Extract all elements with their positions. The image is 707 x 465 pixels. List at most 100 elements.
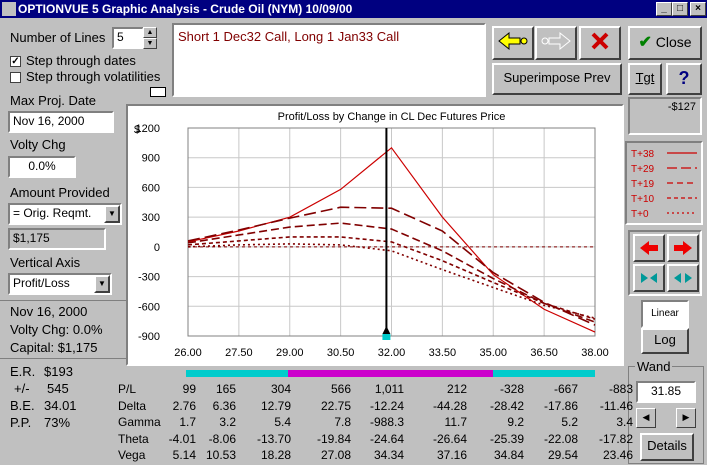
summary-date: Nov 16, 2000 <box>10 304 88 319</box>
table-cell: -13.70 <box>256 431 291 446</box>
help-button[interactable]: ? <box>666 63 702 95</box>
step-dates-checkbox[interactable]: ✓ <box>10 56 21 67</box>
chevron-down-icon[interactable]: ▼ <box>104 205 120 223</box>
x-icon <box>591 32 609 50</box>
table-cell: -8.06 <box>208 431 236 446</box>
spin-up-button[interactable]: ▲ <box>143 27 157 38</box>
table-cell: -24.64 <box>369 431 404 446</box>
title-bar: OPTIONVUE 5 Graphic Analysis - Crude Oil… <box>0 0 707 18</box>
number-of-lines-input[interactable]: 5 <box>112 27 144 49</box>
nav-pad <box>628 230 702 296</box>
er-value: $193 <box>44 364 73 379</box>
position-text: Short 1 Dec32 Call, Long 1 Jan33 Call <box>178 29 400 44</box>
vertical-axis-select[interactable]: Profit/Loss ▼ <box>8 273 112 295</box>
readout-value: -$127 <box>667 101 696 113</box>
position-description[interactable]: Short 1 Dec32 Call, Long 1 Jan33 Call <box>172 23 486 97</box>
greeks-table: P/L 99 165 304 566 1,011 212 -328 -667 -883 Delta 2… <box>118 382 633 464</box>
table-cell: 23.46 <box>602 448 633 462</box>
table-cell: -12.24 <box>369 398 404 413</box>
table-cell: 12.79 <box>260 398 291 413</box>
vertical-axis-value: Profit/Loss <box>13 276 70 290</box>
wand-left-button[interactable]: ◀ <box>636 408 656 428</box>
table-cell: 6.36 <box>212 398 236 413</box>
expand-icon <box>674 273 692 283</box>
step-dates-label: Step through dates <box>26 53 136 68</box>
profit-loss-chart[interactable]: Profit/Loss by Change in CL Dec Futures … <box>128 106 622 364</box>
table-cell: 165 <box>215 382 236 396</box>
wand-label: Wand <box>635 359 673 374</box>
window-title: OPTIONVUE 5 Graphic Analysis - Crude Oil… <box>18 2 353 16</box>
table-cell: 29.54 <box>547 448 578 462</box>
compress-icon <box>641 273 657 283</box>
table-cell: 566 <box>330 382 351 396</box>
amount-provided-value: = Orig. Reqmt. <box>13 206 92 220</box>
step-volatilities-checkbox[interactable] <box>10 72 21 83</box>
prev-arrow-button[interactable] <box>492 26 534 60</box>
legend-label: T+38 <box>631 149 655 160</box>
wand-right-button[interactable]: ▶ <box>676 408 696 428</box>
table-cell: 3.2 <box>219 415 236 429</box>
cursor-handle <box>382 334 391 340</box>
delete-button[interactable] <box>579 26 621 60</box>
range-bar[interactable] <box>288 370 493 377</box>
legend-label: T+19 <box>631 179 655 190</box>
be-value: 34.01 <box>44 398 77 413</box>
superimpose-prev-button[interactable]: Superimpose Prev <box>492 63 622 95</box>
linear-button[interactable]: Linear <box>641 300 689 328</box>
spin-down-button[interactable]: ▼ <box>143 38 157 49</box>
table-row-label: P/L <box>118 382 137 396</box>
target-button[interactable]: Tgt <box>628 63 662 95</box>
table-cell: 34.84 <box>493 448 524 462</box>
zoom-in-button[interactable] <box>633 264 665 292</box>
x-tick-label: 38.00 <box>581 347 609 359</box>
log-button[interactable]: Log <box>641 328 689 354</box>
arrow-right-icon <box>674 241 692 255</box>
table-cell: -883 <box>608 382 633 396</box>
close-button[interactable]: ✔ Close <box>628 26 702 60</box>
next-arrow-button[interactable] <box>535 26 577 60</box>
table-cell: 27.08 <box>320 448 351 462</box>
details-button[interactable]: Details <box>640 433 694 461</box>
y-tick-label: 0 <box>154 242 160 254</box>
maximize-button[interactable]: □ <box>672 2 688 16</box>
pp-value: 73% <box>44 415 71 430</box>
legend-label: T+29 <box>631 164 655 175</box>
x-tick-label: 35.00 <box>479 347 507 359</box>
summary-capital: Capital: $1,175 <box>10 340 98 355</box>
arrow-right-icon <box>541 31 571 51</box>
x-tick-label: 29.00 <box>276 347 304 359</box>
table-cell: 18.28 <box>260 448 291 462</box>
x-tick-label: 30.50 <box>327 347 355 359</box>
y-tick-label: 1200 <box>136 123 160 135</box>
close-window-button[interactable]: × <box>690 2 706 16</box>
amount-value: $1,175 <box>8 228 106 250</box>
close-button-label: Close <box>655 34 692 50</box>
y-tick-label: 600 <box>142 182 160 194</box>
max-proj-date-label: Max Proj. Date <box>10 93 96 108</box>
linear-label: Linear <box>651 308 679 319</box>
arrow-left-icon <box>640 241 658 255</box>
amount-provided-select[interactable]: = Orig. Reqmt. ▼ <box>8 203 122 225</box>
er-label: E.R. <box>10 364 36 379</box>
shift-right-button[interactable] <box>667 234 699 262</box>
table-row-label: Delta <box>118 398 147 413</box>
wand-value-input[interactable]: 31.85 <box>636 381 696 403</box>
pp-label: P.P. <box>10 415 32 430</box>
table-cell: -17.86 <box>543 398 578 413</box>
number-of-lines-spinner[interactable]: ▲ ▼ <box>143 27 157 49</box>
minimize-button[interactable]: _ <box>656 2 672 16</box>
resize-handle-icon[interactable] <box>150 87 166 97</box>
app-icon[interactable] <box>2 2 16 16</box>
table-cell: 22.75 <box>320 398 351 413</box>
table-cell: 5.2 <box>561 415 578 429</box>
shift-left-button[interactable] <box>633 234 665 262</box>
divider <box>0 358 126 359</box>
max-proj-date-input[interactable]: Nov 16, 2000 <box>8 111 114 133</box>
zoom-out-button[interactable] <box>667 264 699 292</box>
table-cell: 3.4 <box>616 415 633 429</box>
volty-chg-input[interactable]: 0.0% <box>8 156 76 178</box>
chevron-down-icon[interactable]: ▼ <box>94 275 110 293</box>
vertical-axis-label: Vertical Axis <box>10 255 81 270</box>
be-label: B.E. <box>10 398 35 413</box>
x-tick-label: 36.50 <box>530 347 558 359</box>
